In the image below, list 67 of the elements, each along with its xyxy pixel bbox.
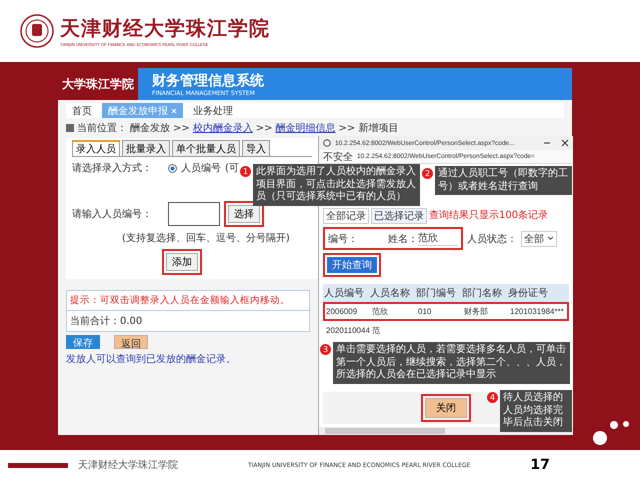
table-cell-text: 2006009 — [325, 306, 358, 318]
form-tab[interactable]: 批量录入 — [122, 140, 170, 156]
total-amount: 当前合计：0.00 — [69, 314, 144, 329]
footer-school-name: 天津财经大学珠江学院 — [78, 458, 178, 472]
form-tab[interactable]: 导入 — [242, 140, 270, 156]
form-tab[interactable]: 单个批量人员 — [172, 140, 240, 156]
column-header: 人员编号 — [323, 286, 365, 301]
app-tab[interactable]: 业务处理 — [187, 103, 239, 118]
select-button[interactable]: 选择 — [228, 205, 260, 223]
security-label: 不安全 — [323, 150, 353, 164]
form-tab[interactable]: 录入人员 — [72, 140, 120, 156]
column-header: 人员名称 — [369, 287, 411, 301]
back-button[interactable]: 返回 — [114, 335, 148, 349]
status-dropdown[interactable]: 全部 — [521, 230, 557, 246]
school-name: 天津财经大学珠江学院 — [60, 15, 270, 42]
notice-text: 提示：可双击调整录入人员在金额输入框内移动。 — [67, 291, 309, 311]
table-cell-text: 财务部 — [463, 306, 489, 318]
table-cell-text: 范欣 — [371, 306, 389, 318]
table-cell-text: 010 — [417, 306, 432, 318]
app-logo: 大学珠江学院 — [58, 68, 138, 100]
app-title: 财务管理信息系统 — [152, 72, 264, 90]
breadcrumb-separator: >> — [256, 122, 273, 134]
globe-icon — [323, 139, 331, 147]
callout-tooltip: 通过人员职工号（即数字的工号）或者姓名进行查询 — [435, 166, 572, 195]
close-icon[interactable] — [561, 139, 569, 147]
app-tab[interactable]: 首页 — [66, 103, 98, 118]
search-button[interactable]: 开始查询 — [327, 257, 377, 273]
callout-tooltip: 单击需要选择的人员，若需要选择多名人员，可单击第一个人员后，继续搜索，选择第二个、、、人员，所选择的人员会在已选择记录中显示 — [333, 342, 570, 384]
record-filter-link[interactable]: 已选择记录 — [371, 208, 427, 224]
decorative-dots-icon — [590, 418, 630, 448]
status-label: 人员状态： — [467, 232, 517, 246]
school-seal-icon — [20, 14, 54, 48]
caret-icon — [547, 236, 554, 241]
radio-button[interactable] — [168, 164, 177, 172]
breadcrumb-item: 新增项目 — [358, 122, 398, 135]
entry-mode-label: 请选择录入方式： — [72, 162, 153, 175]
table-row[interactable]: 2006009 范欣 010 财务部 1201031984*** — [323, 302, 569, 321]
add-button[interactable]: 添加 — [166, 253, 198, 271]
person-id-label: 请输入人员编号： — [72, 208, 153, 221]
callout-tooltip: 待人员选择的人员均选择完毕后点击关闭 — [500, 390, 572, 432]
table-row[interactable]: 2020110044 范 — [323, 321, 569, 340]
name-field[interactable]: 范欣 — [418, 231, 458, 246]
breadcrumb-item: 酬金发放 — [130, 122, 170, 135]
close-button[interactable]: 关闭 — [425, 398, 467, 418]
input-hint: (支持复选择、回车、逗号、分号隔开) — [121, 232, 291, 245]
breadcrumb-separator: >> — [173, 122, 190, 134]
breadcrumb-link[interactable]: 酬金明细信息 — [276, 121, 336, 135]
table-cell-text: 1201031984*** — [509, 306, 565, 318]
column-header: 身份证号 — [507, 287, 549, 301]
callout-tooltip: 此界面为选用了人员校内的酬金录入项目界面，可点击此处选择需发放人员（只可选择系统中已有的人员） — [253, 164, 420, 206]
limit-note: 查询结果只显示100条记录 — [429, 208, 548, 223]
record-filter-link[interactable]: 全部记录 — [323, 208, 369, 224]
page-number: 17 — [530, 457, 550, 473]
breadcrumb-separator: >> — [338, 122, 356, 134]
column-header: 部门名称 — [461, 286, 503, 301]
save-button[interactable]: 保存 — [66, 335, 100, 349]
records-link[interactable]: 发放人可以查询到已发放的酬金记录。 — [66, 352, 236, 366]
table-cell-text: 范 — [371, 325, 381, 337]
name-label: 姓名： — [388, 232, 418, 246]
id-label: 编号： — [328, 232, 358, 246]
radio-label: (可 — [225, 162, 239, 175]
table-cell-text: 2020110044 — [325, 325, 371, 337]
column-header: 部门编号 — [415, 286, 457, 301]
breadcrumb-link[interactable]: 校内酬金录入 — [192, 121, 253, 135]
breadcrumb-label: 当前位置： — [77, 122, 127, 135]
person-id-field[interactable] — [168, 202, 220, 226]
radio-label: 人员编号 — [181, 162, 221, 175]
